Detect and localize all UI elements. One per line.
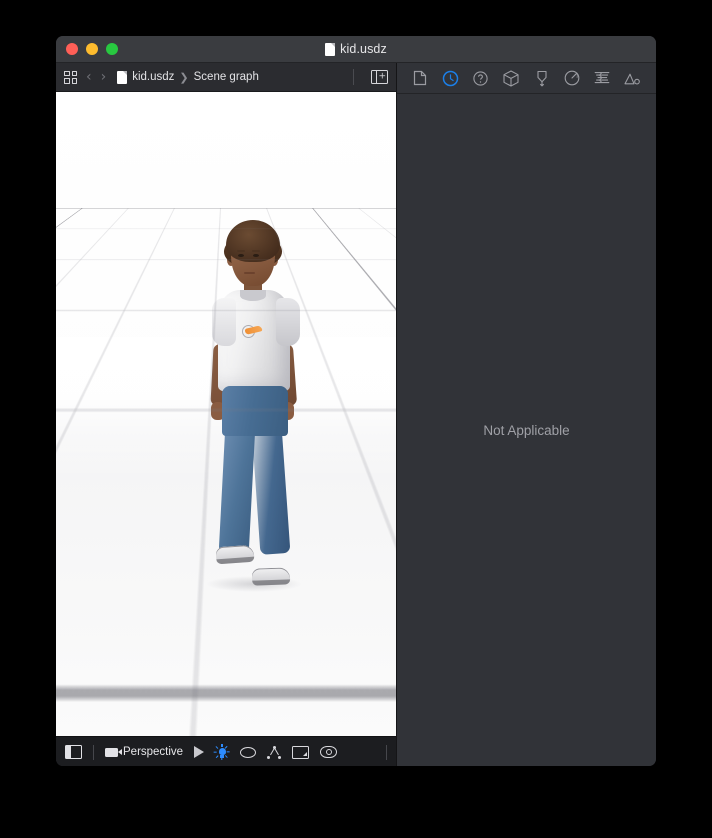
model-hips	[222, 386, 288, 436]
inspector-tab-help[interactable]	[470, 67, 492, 89]
model-leg-left	[218, 425, 256, 555]
model-sleeve-left	[212, 298, 236, 346]
inspector-tab-metadata[interactable]	[440, 67, 462, 89]
inspector-tab-animation[interactable]	[591, 67, 613, 89]
model-shirt-logo	[242, 324, 264, 338]
window-title-group: kid.usdz	[56, 36, 656, 62]
viewport-3d[interactable]	[56, 92, 396, 736]
inspector-empty-state: Not Applicable	[483, 423, 570, 438]
eye-icon[interactable]	[320, 746, 338, 758]
inspector-tab-file[interactable]	[409, 67, 431, 89]
app-window: kid.usdz ‹ › kid.usdz ❯ Scene graph + Pe…	[56, 36, 656, 766]
forward-chevron-icon[interactable]: ›	[101, 70, 107, 84]
camera-selector[interactable]: Perspective	[105, 746, 183, 758]
inspector-panel: Not Applicable	[397, 63, 656, 766]
minimize-button[interactable]	[86, 43, 98, 55]
title-bar: kid.usdz	[56, 36, 656, 63]
camera-label: Perspective	[123, 746, 184, 758]
close-button[interactable]	[66, 43, 78, 55]
grid-view-icon[interactable]	[64, 70, 77, 84]
inspector-content: Not Applicable	[397, 94, 656, 766]
window-title: kid.usdz	[340, 42, 387, 56]
camera-icon	[105, 747, 122, 757]
inspector-tab-bar	[397, 63, 656, 94]
inspector-tab-statistics[interactable]	[622, 67, 644, 89]
add-panel-icon[interactable]	[371, 70, 388, 84]
sidebar-toggle-icon[interactable]	[65, 745, 82, 759]
model-brow-left	[237, 250, 245, 252]
orbit-icon[interactable]	[240, 746, 257, 758]
toolbar-divider	[353, 69, 354, 85]
breadcrumb-item-scene-graph[interactable]: Scene graph	[194, 71, 259, 83]
toolbar-divider	[93, 744, 94, 760]
document-icon	[117, 70, 128, 84]
breadcrumb-bar: ‹ › kid.usdz ❯ Scene graph	[56, 63, 396, 92]
bounding-box-icon[interactable]	[292, 745, 310, 759]
play-icon[interactable]	[194, 746, 205, 758]
model-collar	[240, 290, 266, 301]
model-brow-right	[252, 250, 260, 252]
maximize-button[interactable]	[106, 43, 118, 55]
character-model[interactable]	[198, 220, 318, 592]
model-shoe-left	[215, 544, 255, 565]
breadcrumb-separator: ❯	[179, 71, 189, 84]
skeleton-rig-icon[interactable]	[267, 745, 282, 759]
lightbulb-icon[interactable]	[214, 744, 231, 760]
inspector-tab-material[interactable]	[561, 67, 583, 89]
window-body: ‹ › kid.usdz ❯ Scene graph + Perspective…	[56, 63, 656, 766]
model-leg-right	[251, 425, 291, 555]
inspector-tab-geometry[interactable]	[500, 67, 522, 89]
breadcrumb: kid.usdz ❯ Scene graph	[117, 70, 259, 84]
viewport-column: ‹ › kid.usdz ❯ Scene graph + Perspective	[56, 63, 397, 766]
model-sleeve-right	[276, 298, 300, 346]
back-chevron-icon[interactable]: ‹	[86, 70, 92, 84]
window-controls	[66, 43, 118, 55]
document-icon	[325, 42, 336, 56]
inspector-tab-anchor[interactable]	[531, 67, 553, 89]
model-shoe-right	[251, 567, 291, 586]
breadcrumb-item-file[interactable]: kid.usdz	[132, 71, 174, 83]
toolbar-divider-end	[386, 744, 387, 760]
viewport-toolbar: Perspective	[56, 736, 396, 766]
